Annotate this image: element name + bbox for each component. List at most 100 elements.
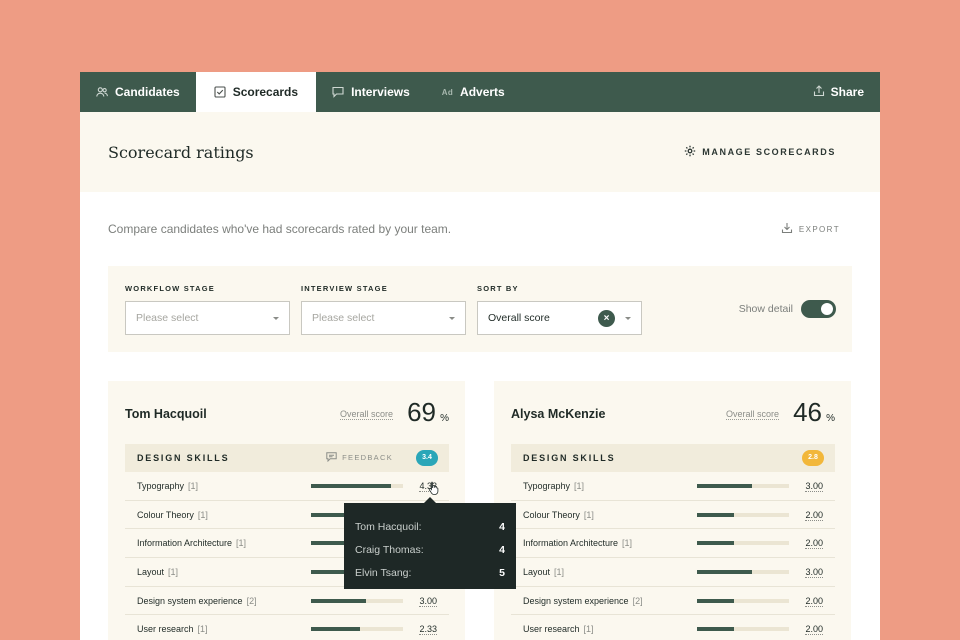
skill-row: Information Architecture [1] 2.00 [511, 529, 835, 559]
skill-name: Information Architecture [1] [137, 538, 247, 549]
manage-scorecards-button[interactable]: MANAGE SCORECARDS [684, 145, 836, 159]
skill-score-value[interactable]: 2.00 [805, 624, 823, 636]
comment-icon [326, 452, 337, 462]
skill-score-fill [311, 627, 360, 632]
skill-score-bar [697, 484, 789, 488]
section-score-badge: 2.8 [802, 450, 824, 466]
interview-stage-select[interactable]: Please select [301, 301, 466, 335]
toggle-label: Show detail [738, 303, 793, 315]
tooltip-row: Craig Thomas: 4 [355, 538, 505, 561]
tooltip-row: Tom Hacquoil: 4 [355, 515, 505, 538]
skill-score-value[interactable]: 3.00 [805, 567, 823, 579]
skill-name: Typography [1] [523, 481, 585, 491]
chevron-down-icon [449, 317, 455, 320]
skill-name: User research [1] [523, 624, 594, 635]
page-description: Compare candidates who've had scorecards… [108, 222, 452, 236]
overall-score-value: 46 [793, 397, 822, 427]
share-button[interactable]: Share [813, 72, 864, 112]
candidate-header: Alysa McKenzie Overall score 46% [511, 397, 835, 429]
skill-score-value[interactable]: 2.33 [419, 624, 437, 636]
select-value: Overall score [488, 312, 550, 324]
skill-name: User research [1] [137, 624, 208, 635]
skill-score-value[interactable]: 2.00 [805, 538, 823, 550]
overall-score-label: Overall score [339, 409, 393, 420]
skill-weight: [1] [583, 509, 594, 520]
ad-icon: Ad [441, 87, 454, 97]
skill-score-bar [697, 570, 789, 575]
skill-weight: [1] [168, 567, 179, 578]
workflow-stage-select[interactable]: Please select [125, 301, 290, 335]
manage-label: MANAGE SCORECARDS [702, 147, 836, 157]
tab-label: Scorecards [232, 85, 299, 99]
tab-label: Candidates [115, 85, 180, 99]
skill-score-fill [311, 484, 392, 488]
skill-score-fill [697, 541, 734, 546]
skill-row: Typography [1] 3.00 [511, 472, 835, 501]
top-nav: Candidates Scorecards Interviews Ad Adve… [80, 72, 880, 112]
skill-name: Typography [1] [137, 481, 199, 491]
feedback-button[interactable]: FEEDBACK [326, 452, 393, 462]
checkbox-icon [214, 86, 226, 98]
chat-icon [332, 86, 344, 98]
filter-label: SORT BY [477, 284, 519, 293]
skill-name: Design system experience [2] [523, 595, 643, 606]
sort-by-select[interactable]: Overall score × [477, 301, 642, 335]
section-header[interactable]: DESIGN SKILLS 2.8 [511, 444, 835, 472]
skill-score-value[interactable]: 3.00 [419, 596, 437, 607]
score-tooltip: Tom Hacquoil: 4 Craig Thomas: 4 Elvin Ts… [344, 497, 516, 589]
skill-score-fill [697, 512, 734, 517]
rater-name: Elvin Tsang: [355, 566, 412, 579]
skill-row: User research [1] 2.00 [511, 615, 835, 640]
section-title: DESIGN SKILLS [137, 453, 230, 463]
skill-score-fill [311, 598, 367, 603]
skill-row: Layout [1] 3.00 [511, 558, 835, 587]
gear-icon [684, 145, 696, 159]
show-detail-toggle[interactable] [801, 300, 836, 318]
candidate-name[interactable]: Alysa McKenzie [511, 407, 605, 421]
candidate-card: Alysa McKenzie Overall score 46% DESIGN SKI… [494, 381, 851, 640]
skill-row: Typography [1] 4.33 [125, 472, 449, 501]
section-header[interactable]: DESIGN SKILLS FEEDBACK 3.4 [125, 444, 449, 472]
skill-score-value[interactable]: 3.00 [805, 481, 823, 492]
skill-score-fill [697, 598, 734, 603]
tab-candidates[interactable]: Candidates [80, 72, 196, 112]
skill-weight: [2] [632, 595, 643, 606]
skill-score-bar [697, 512, 789, 517]
tab-adverts[interactable]: Ad Adverts [426, 72, 521, 112]
skill-name: Layout [1] [523, 567, 565, 578]
skill-name: Layout [1] [137, 567, 179, 578]
export-button[interactable]: EXPORT [781, 222, 840, 236]
tab-scorecards[interactable]: Scorecards [195, 72, 317, 112]
skill-score-bar [697, 627, 789, 632]
skill-name: Colour Theory [1] [523, 509, 594, 520]
sort-by-filter: SORT BY Overall score × [477, 284, 642, 335]
skills-list: Typography [1] 3.00 Colour Theory [1] 2.00 Inf… [511, 472, 835, 640]
tab-label: Adverts [460, 85, 505, 99]
skill-row: Design system experience [2] 2.00 [511, 587, 835, 616]
chevron-down-icon [625, 317, 631, 320]
hand-cursor-icon [428, 481, 440, 500]
skill-name: Design system experience [2] [137, 595, 257, 606]
page-title: Scorecard ratings [108, 142, 254, 162]
tab-interviews[interactable]: Interviews [316, 72, 426, 112]
export-label: EXPORT [798, 224, 840, 234]
skill-score-bar [311, 627, 403, 632]
sub-header: Compare candidates who've had scorecards… [80, 192, 880, 266]
skill-weight: [1] [188, 481, 199, 491]
candidate-name[interactable]: Tom Hacquoil [125, 407, 207, 421]
percent-sign: % [440, 413, 449, 424]
feedback-label: FEEDBACK [342, 452, 393, 462]
skill-weight: [1] [554, 567, 565, 578]
chevron-down-icon [273, 317, 279, 320]
share-label: Share [830, 85, 864, 99]
clear-icon[interactable]: × [598, 310, 615, 327]
skill-weight: [1] [622, 538, 633, 549]
skill-row: User research [1] 2.33 [125, 615, 449, 640]
rater-score: 5 [499, 566, 505, 579]
overall-score-value: 69 [407, 397, 436, 427]
filter-label: INTERVIEW STAGE [301, 284, 388, 293]
skill-score-value[interactable]: 2.00 [805, 510, 823, 521]
skill-score-value[interactable]: 2.00 [805, 596, 823, 607]
toggle-knob [821, 303, 833, 315]
skill-score-fill [697, 484, 753, 488]
